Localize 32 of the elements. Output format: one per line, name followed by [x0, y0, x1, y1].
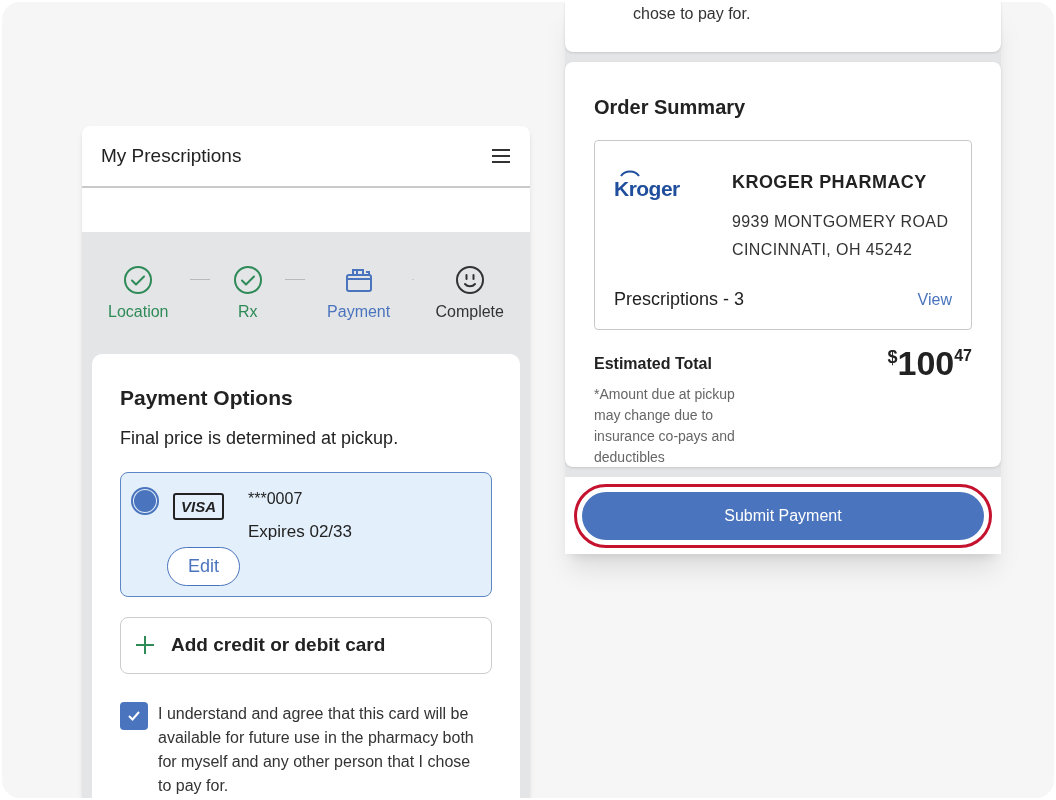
view-link[interactable]: View: [917, 287, 952, 312]
card-number: ***0007: [248, 489, 304, 510]
check-circle-icon: [122, 264, 155, 297]
total-note: *Amount due at pickup may change due to insurance co-pays and deductibles: [594, 385, 736, 467]
checkbox[interactable]: [120, 702, 148, 730]
prescription-count: Prescriptions - 3: [614, 288, 745, 311]
section-title: Order Summary: [594, 95, 747, 120]
consent-text: I understand and agree that this card will be available for future use in the pharmacy both for myself and any other person that I chose to pay for.: [158, 704, 474, 796]
menu-icon[interactable]: [491, 147, 511, 164]
smiley-icon: [453, 264, 486, 297]
edit-button[interactable]: Edit: [167, 547, 241, 586]
progress-step: Rx: [231, 264, 264, 325]
check-circle-icon: [231, 264, 264, 297]
store-address: 9939 MONTGOMERY ROAD: [732, 212, 949, 232]
progress-step: Complete: [435, 264, 504, 325]
section-title: Payment Options: [120, 385, 294, 411]
store-logo: Kroger: [614, 173, 680, 205]
store-name: KROGER PHARMACY: [732, 171, 928, 194]
plus-icon: [135, 635, 155, 656]
payment-card-option[interactable]: VISA ***0007 Expires 02/33 Edit: [120, 472, 492, 597]
progress-step: Payment: [327, 264, 391, 325]
card-brand-logo: VISA: [173, 493, 224, 521]
total-label: Estimated Total: [594, 354, 713, 374]
page-title: My Prescriptions: [101, 143, 242, 168]
consent-text: chose to pay for.: [633, 5, 751, 22]
progress-step: Location: [108, 264, 169, 325]
store-address: CINCINNATI, OH 45242: [732, 240, 914, 260]
price-note: Final price is determined at pickup.: [120, 427, 400, 451]
add-card-button[interactable]: Add credit or debit card: [120, 617, 492, 674]
checkmark-icon: [127, 710, 141, 722]
radio-button[interactable]: [131, 487, 159, 516]
card-expiry: Expires 02/33: [248, 521, 352, 544]
